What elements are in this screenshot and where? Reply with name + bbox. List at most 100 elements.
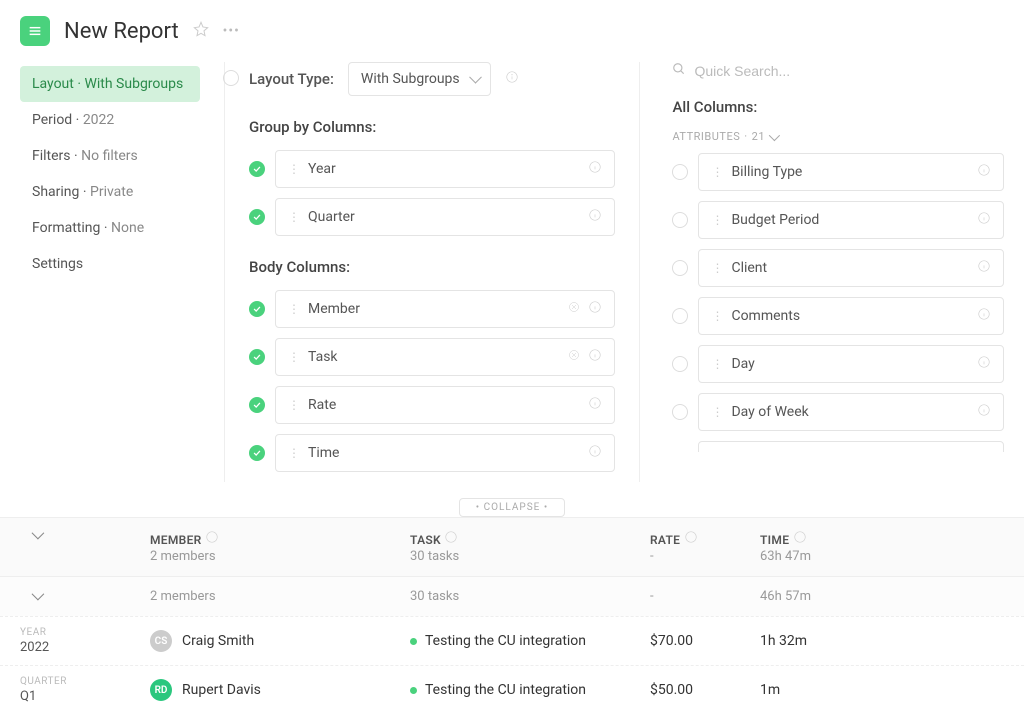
available-column-row[interactable]: ⋮ Day of Week — [672, 393, 1004, 431]
drag-handle-icon[interactable]: ⋮ — [288, 162, 300, 176]
info-icon[interactable] — [588, 348, 602, 366]
sidebar-item-formatting[interactable]: Formatting · None — [20, 210, 200, 246]
radio-icon[interactable] — [672, 212, 688, 228]
sidebar-item-sharing[interactable]: Sharing · Private — [20, 174, 200, 210]
info-icon[interactable] — [588, 396, 602, 414]
info-icon[interactable] — [588, 300, 602, 318]
table-row[interactable]: QUARTERQ1 RDRupert Davis Testing the CU … — [0, 665, 1024, 714]
column-name: Year — [308, 161, 580, 177]
info-icon[interactable] — [977, 211, 991, 229]
info-icon[interactable] — [588, 444, 602, 462]
drag-handle-icon[interactable]: ⋮ — [711, 309, 723, 323]
collapse-button[interactable]: • COLLAPSE • — [459, 498, 565, 517]
drag-handle-icon[interactable]: ⋮ — [288, 398, 300, 412]
radio-icon[interactable] — [672, 404, 688, 420]
sidebar-item-layout[interactable]: Layout · With Subgroups — [20, 66, 200, 102]
drag-handle-icon[interactable]: ⋮ — [711, 357, 723, 371]
available-column-row[interactable]: ⋮ Comments — [672, 297, 1004, 335]
available-column-row[interactable]: ⋮ Client — [672, 249, 1004, 287]
available-column-row[interactable]: ⋮ Billing Type — [672, 153, 1004, 191]
info-icon[interactable] — [977, 355, 991, 373]
remove-icon[interactable] — [568, 349, 580, 365]
info-icon[interactable] — [684, 533, 698, 547]
sidebar-item-value: Private — [90, 184, 133, 200]
column-name: Rate — [308, 397, 580, 413]
drag-handle-icon[interactable]: ⋮ — [711, 213, 723, 227]
info-icon[interactable] — [793, 533, 807, 547]
sidebar-item-label: Period — [32, 112, 72, 128]
group-column-row[interactable]: ⋮ Year — [249, 150, 615, 188]
table-row[interactable]: YEAR2022 CSCraig Smith Testing the CU in… — [0, 616, 1024, 665]
info-icon[interactable] — [977, 307, 991, 325]
drag-handle-icon[interactable]: ⋮ — [711, 261, 723, 275]
info-icon[interactable] — [977, 403, 991, 421]
info-icon[interactable] — [505, 70, 519, 88]
chevron-down-icon[interactable] — [32, 588, 45, 601]
sidebar-item-label: Formatting — [32, 220, 100, 236]
radio-icon[interactable] — [672, 260, 688, 276]
info-icon[interactable] — [588, 160, 602, 178]
body-column-row[interactable]: ⋮ Member — [249, 290, 615, 328]
sidebar-item-value: 2022 — [83, 112, 114, 128]
check-icon — [249, 445, 265, 461]
column-header-member[interactable]: MEMBER — [150, 533, 202, 547]
chevron-down-icon[interactable] — [32, 527, 45, 540]
drag-handle-icon[interactable]: ⋮ — [288, 350, 300, 364]
sidebar-item-period[interactable]: Period · 2022 — [20, 102, 200, 138]
group-column-row[interactable]: ⋮ Quarter — [249, 198, 615, 236]
body-column-row[interactable]: ⋮ Rate — [249, 386, 615, 424]
sidebar-item-value: None — [111, 220, 144, 236]
column-header-task[interactable]: TASK — [410, 533, 441, 547]
check-icon — [249, 301, 265, 317]
task-name: Testing the CU integration — [425, 682, 586, 698]
info-icon[interactable] — [977, 451, 991, 452]
table-subgroup-row[interactable]: 2 members 30 tasks - 46h 57m — [0, 576, 1024, 616]
star-icon[interactable] — [193, 21, 209, 41]
info-icon[interactable] — [588, 208, 602, 226]
drag-handle-icon[interactable]: ⋮ — [288, 446, 300, 460]
body-column-row[interactable]: ⋮ Time — [249, 434, 615, 472]
drag-handle-icon[interactable]: ⋮ — [711, 165, 723, 179]
all-columns-label: All Columns: — [672, 98, 1004, 116]
body-column-row[interactable]: ⋮ Task — [249, 338, 615, 376]
column-name: Time — [308, 445, 580, 461]
column-name: Billing Type — [731, 164, 969, 180]
drag-handle-icon[interactable]: ⋮ — [288, 302, 300, 316]
column-header-time[interactable]: TIME — [760, 533, 789, 547]
available-column-row[interactable]: ⋮ Day — [672, 345, 1004, 383]
info-icon[interactable] — [444, 533, 458, 547]
status-dot-icon — [410, 687, 417, 694]
info-icon[interactable] — [977, 259, 991, 277]
more-icon[interactable]: ••• — [223, 23, 240, 39]
drag-handle-icon[interactable]: ⋮ — [711, 405, 723, 419]
remove-icon[interactable] — [568, 301, 580, 317]
radio-icon[interactable] — [672, 308, 688, 324]
app-icon[interactable] — [20, 16, 50, 46]
column-search-input[interactable] — [694, 63, 1004, 79]
report-preview-table: MEMBER 2 members TASK 30 tasks RATE - TI… — [0, 517, 1024, 714]
radio-icon[interactable] — [672, 164, 688, 180]
available-column-row[interactable]: ⋮ Budget Period — [672, 201, 1004, 239]
status-dot-icon — [410, 638, 417, 645]
drag-handle-icon[interactable]: ⋮ — [288, 210, 300, 224]
column-header-rate[interactable]: RATE — [650, 533, 680, 547]
layout-type-select[interactable]: With Subgroups — [348, 62, 491, 96]
member-name: Rupert Davis — [182, 682, 261, 698]
sidebar-item-settings[interactable]: Settings — [20, 246, 200, 282]
sidebar-item-filters[interactable]: Filters · No filters — [20, 138, 200, 174]
available-column-row[interactable]: ⋮ Job Title — [672, 441, 1004, 452]
chevron-down-icon — [769, 129, 780, 140]
radio-icon[interactable] — [672, 356, 688, 372]
page-title[interactable]: New Report — [64, 19, 179, 44]
info-icon[interactable] — [977, 163, 991, 181]
body-columns-label: Body Columns: — [249, 258, 615, 276]
info-icon[interactable] — [205, 533, 219, 547]
divider — [639, 62, 640, 482]
attributes-toggle[interactable]: ATTRIBUTES · 21 — [672, 130, 1004, 143]
column-sub: - — [650, 549, 760, 564]
search-icon — [672, 62, 686, 80]
sidebar-item-value: No filters — [81, 148, 138, 164]
drag-handle-icon[interactable] — [223, 70, 239, 86]
check-icon — [249, 161, 265, 177]
rate-value: $70.00 — [650, 633, 760, 649]
